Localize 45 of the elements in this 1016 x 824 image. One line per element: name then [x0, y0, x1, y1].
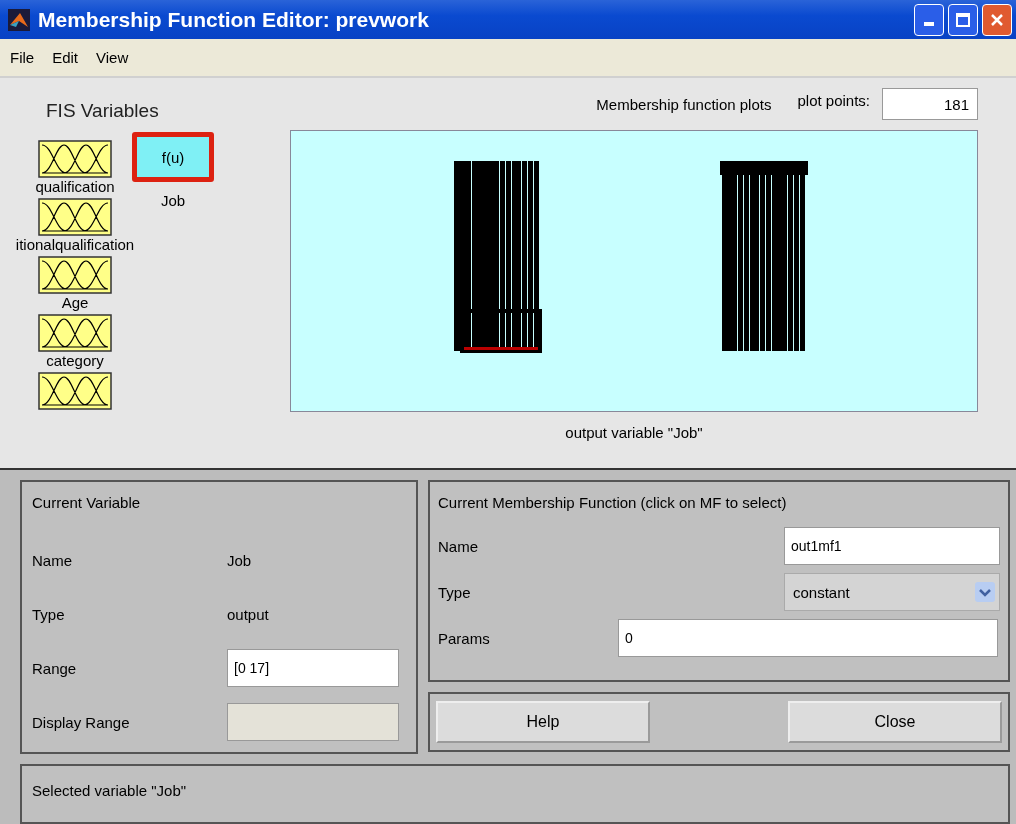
menu-item[interactable]: View [96, 49, 129, 67]
field-value: Job [227, 552, 252, 569]
dialog-button[interactable]: Help [436, 701, 650, 744]
input-field[interactable]: out1mf1 [784, 527, 1000, 566]
app-logo-icon [8, 8, 30, 31]
field-label: Name [438, 538, 479, 555]
menu-item[interactable]: File [10, 49, 35, 67]
variable-label: qualification [35, 178, 115, 197]
minimize-icon [924, 21, 934, 26]
plot-caption: output variable "Job" [564, 424, 704, 442]
input-field[interactable]: [0 17] [227, 649, 399, 688]
type-dropdown[interactable]: constant [784, 573, 1000, 612]
dialog-button[interactable]: Close [788, 701, 1002, 744]
plot-title: Membership function plots [596, 95, 772, 113]
status-text: Selected variable "Job" [32, 782, 187, 800]
plot-points-label: plot points: [797, 91, 870, 109]
output-variable-box[interactable]: f(u) [132, 132, 214, 183]
menu-item[interactable]: Edit [52, 49, 79, 67]
window-title: Membership Function Editor: prevwork [38, 7, 430, 32]
close-button[interactable] [982, 3, 1012, 36]
field-value: output [227, 606, 269, 623]
field-label: Display Range [32, 714, 131, 731]
membership-function-icon[interactable] [38, 256, 112, 295]
field-label: Type [438, 584, 472, 601]
field-label: Name [32, 552, 73, 569]
field-label: Type [32, 606, 66, 623]
input-field[interactable]: 0 [618, 619, 998, 658]
membership-function-icon[interactable] [38, 198, 112, 237]
close-icon [990, 12, 1004, 27]
membership-function-icon[interactable] [38, 314, 112, 353]
field-label: Params [438, 630, 491, 647]
field-label: Range [32, 660, 78, 677]
variable-label: Job [160, 192, 186, 210]
panel-title: Current Membership Function (click on MF to select) [438, 494, 788, 512]
minimize-button[interactable] [914, 3, 944, 36]
maximize-icon [956, 12, 970, 27]
membership-function-icon[interactable] [38, 372, 112, 411]
variable-label: category [46, 352, 104, 371]
panel-title: Current Variable [32, 494, 142, 512]
fis-variables-title: FIS Variables [45, 99, 160, 124]
membership-function-icon[interactable] [38, 140, 112, 179]
variable-label: itionalqualification [15, 236, 135, 255]
plot-points-field[interactable]: 181 [882, 88, 978, 121]
variable-label: Age [61, 294, 89, 313]
maximize-button[interactable] [948, 3, 978, 36]
